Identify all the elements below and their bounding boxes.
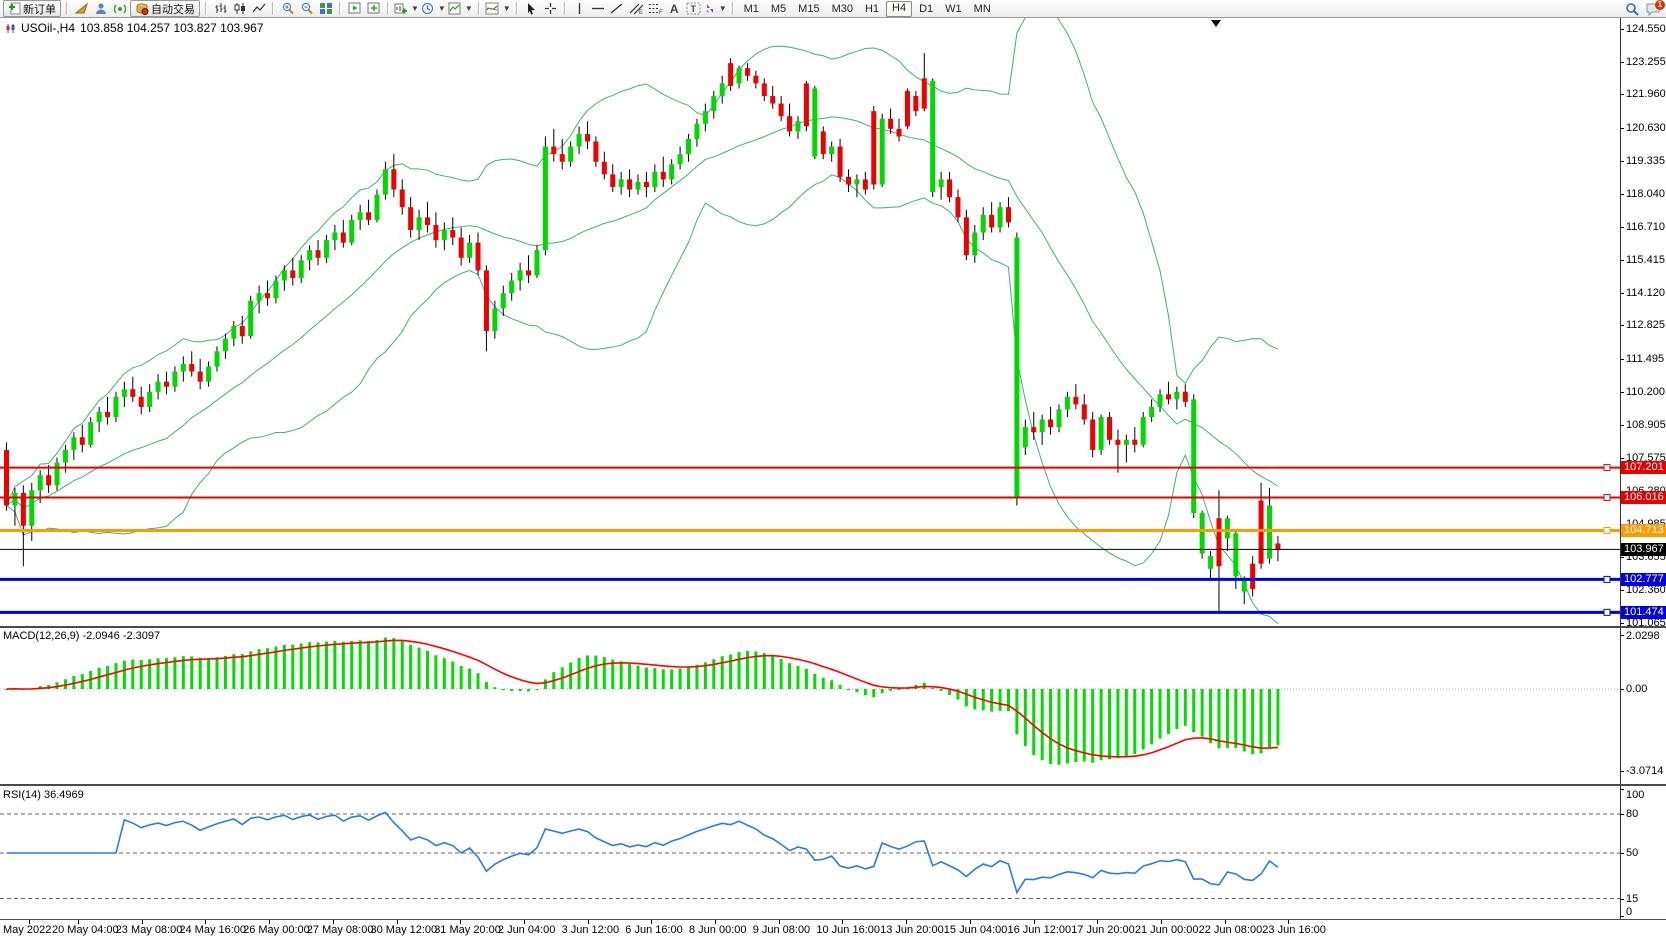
zoom-out-button[interactable] xyxy=(298,1,315,17)
channel-icon: E xyxy=(629,2,644,15)
new-chart-dropdown[interactable]: ▼ xyxy=(394,1,419,17)
panel-separator[interactable] xyxy=(0,784,1666,786)
candlestick-chart-button[interactable] xyxy=(231,1,248,17)
toolbar: 新订单 自动交易 xyxy=(0,0,1666,18)
svg-text:F: F xyxy=(659,10,663,15)
strategy-tester-button[interactable] xyxy=(346,1,363,17)
fibonacci-button[interactable]: F xyxy=(647,1,664,17)
timeframe-m1[interactable]: M1 xyxy=(739,2,764,16)
indicators-icon xyxy=(485,2,500,16)
market-watch-button[interactable] xyxy=(92,1,109,17)
text-label-button[interactable]: T xyxy=(685,1,702,17)
macd-indicator-label: MACD(12,26,9) -2.0946 -2.3097 xyxy=(3,630,160,642)
timeframe-m30[interactable]: M30 xyxy=(827,2,858,16)
vertical-line-icon xyxy=(574,2,585,15)
zoom-in-icon xyxy=(281,2,295,15)
person-icon xyxy=(94,2,108,15)
horizontal-line-icon xyxy=(591,2,605,15)
timeframe-w1[interactable]: W1 xyxy=(940,2,967,16)
equidistant-channel-button[interactable]: E xyxy=(628,1,645,17)
separator xyxy=(339,2,341,15)
candlestick-chart-icon xyxy=(233,2,247,15)
search-icon xyxy=(1625,2,1640,16)
zoom-in-button[interactable] xyxy=(279,1,296,17)
crosshair-icon xyxy=(544,2,557,15)
chart-canvas[interactable] xyxy=(0,0,1666,939)
trendline-button[interactable] xyxy=(609,1,626,17)
arrows-dropdown[interactable]: ▼ xyxy=(704,1,727,17)
separator xyxy=(387,2,389,15)
signal-icon xyxy=(113,2,127,15)
timeframe-h4[interactable]: H4 xyxy=(886,1,912,17)
gold-arrow-icon xyxy=(75,2,89,15)
cursor-button[interactable] xyxy=(523,1,540,17)
timeframe-h1[interactable]: H1 xyxy=(860,2,884,16)
horizontal-line-button[interactable] xyxy=(590,1,607,17)
dropdown-arrow-icon: ▼ xyxy=(465,4,473,13)
periods-dropdown[interactable]: ▼ xyxy=(421,1,446,17)
svg-text:T: T xyxy=(690,4,696,14)
chart-title: USOil-,H4 103.858 104.257 103.827 103.96… xyxy=(5,21,264,35)
line-chart-button[interactable] xyxy=(250,1,267,17)
text-icon: A xyxy=(670,2,679,16)
rsi-indicator-label: RSI(14) 36.4969 xyxy=(3,789,84,801)
chart-plus-icon xyxy=(367,2,381,15)
bar-chart-button[interactable] xyxy=(212,1,229,17)
dropdown-arrow-icon: ▼ xyxy=(503,4,511,13)
svg-text:E: E xyxy=(639,10,643,15)
trendline-icon xyxy=(610,2,624,15)
timeframe-m5[interactable]: M5 xyxy=(766,2,791,16)
new-chart-icon xyxy=(394,2,408,15)
dropdown-arrow-icon: ▼ xyxy=(411,4,419,13)
charts-profile-button[interactable] xyxy=(73,1,90,17)
dropdown-arrow-icon: ▼ xyxy=(438,4,446,13)
timeframe-d1[interactable]: D1 xyxy=(914,2,938,16)
line-chart-icon xyxy=(252,2,266,15)
panel-separator[interactable] xyxy=(0,626,1666,628)
chart-ohlc-values: 103.858 104.257 103.827 103.967 xyxy=(80,21,264,35)
tile-windows-icon xyxy=(319,2,333,15)
timeframe-mn[interactable]: MN xyxy=(969,2,996,16)
timeframe-group: M1M5M15M30H1H4D1W1MN xyxy=(739,1,996,17)
separator xyxy=(478,2,480,15)
timeframe-m15[interactable]: M15 xyxy=(793,2,824,16)
time-axis-border xyxy=(0,919,1666,920)
auto-trading-button[interactable]: 自动交易 xyxy=(130,0,200,17)
clock-icon xyxy=(421,2,435,15)
bar-chart-icon xyxy=(214,2,228,15)
template-chart-icon xyxy=(448,2,462,15)
fibonacci-icon: F xyxy=(648,2,663,15)
auto-trading-icon xyxy=(135,2,149,15)
search-button[interactable] xyxy=(1624,1,1641,17)
chart-play-icon xyxy=(348,2,362,15)
arrows-icon xyxy=(704,2,716,15)
tile-windows-button[interactable] xyxy=(317,1,334,17)
open-data-window-button[interactable] xyxy=(365,1,382,17)
chart-title-icon xyxy=(5,23,16,34)
zoom-out-icon xyxy=(300,2,314,15)
new-order-icon xyxy=(8,2,21,15)
separator xyxy=(205,2,207,15)
mt4-terminal: { "toolbar": { "new_order_label": "新订单",… xyxy=(0,0,1666,939)
separator xyxy=(516,2,518,15)
new-order-label: 新订单 xyxy=(23,1,56,17)
indicators-dropdown[interactable]: ▼ xyxy=(485,1,511,17)
crosshair-button[interactable] xyxy=(542,1,559,17)
notifications-button[interactable]: 1 xyxy=(1643,1,1663,17)
new-order-button[interactable]: 新订单 xyxy=(3,0,61,17)
separator xyxy=(272,2,274,15)
cursor-icon xyxy=(525,2,537,15)
auto-trading-label: 自动交易 xyxy=(151,1,195,17)
vertical-line-button[interactable] xyxy=(571,1,588,17)
text-button[interactable]: A xyxy=(666,1,683,17)
dropdown-arrow-icon: ▼ xyxy=(719,4,727,13)
separator xyxy=(732,2,734,15)
separator xyxy=(564,2,566,15)
separator xyxy=(66,2,68,15)
chart-symbol-period: USOil-,H4 xyxy=(21,21,75,35)
label-icon: T xyxy=(686,2,701,15)
templates-dropdown[interactable]: ▼ xyxy=(448,1,473,17)
signals-button[interactable] xyxy=(111,1,128,17)
notification-badge: 1 xyxy=(1655,0,1665,10)
